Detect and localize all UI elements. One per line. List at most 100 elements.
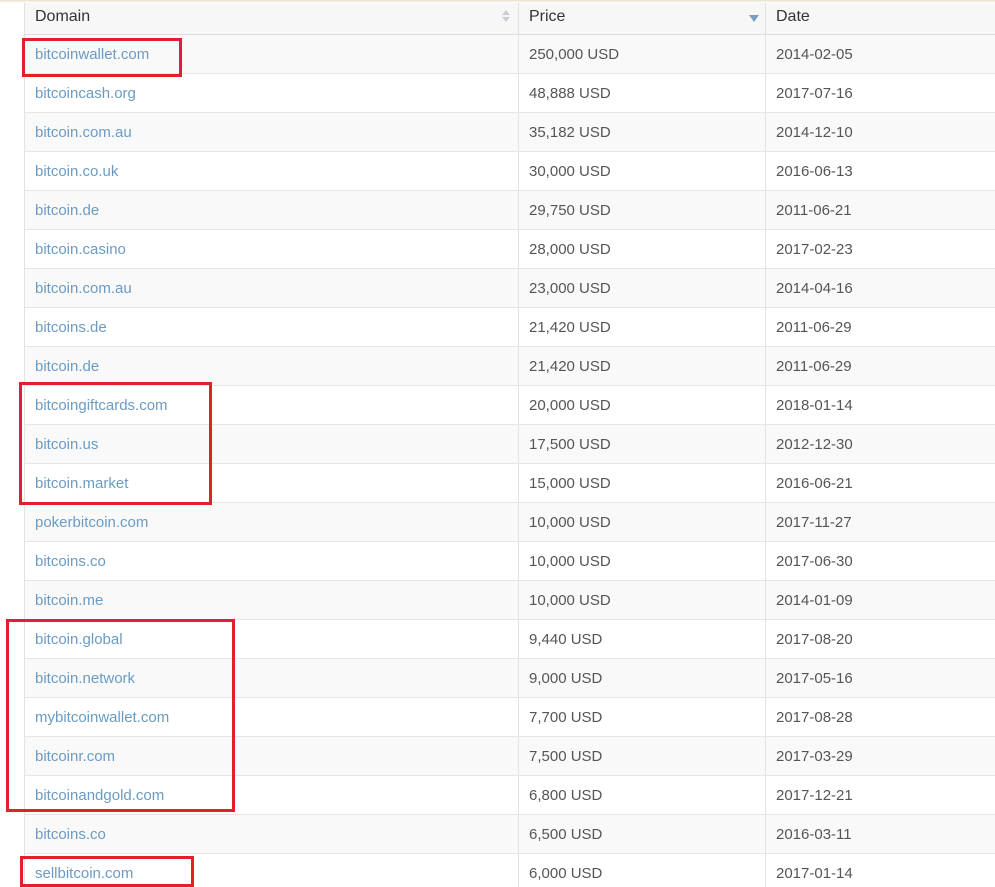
date-cell: 2012-12-30 (765, 424, 995, 464)
table-row: bitcoins.co 10,000 USD 2017-06-30 (24, 541, 995, 581)
domain-link[interactable]: bitcoin.us (35, 436, 98, 453)
date-cell: 2017-02-23 (765, 229, 995, 269)
domain-cell: bitcoin.com.au (24, 268, 519, 308)
domain-link[interactable]: bitcoin.com.au (35, 124, 132, 141)
table-row: bitcoin.com.au 23,000 USD 2014-04-16 (24, 268, 995, 308)
domain-cell: pokerbitcoin.com (24, 502, 519, 542)
date-cell: 2017-07-16 (765, 73, 995, 113)
price-cell: 23,000 USD (518, 268, 766, 308)
date-cell: 2014-12-10 (765, 112, 995, 152)
domain-link[interactable]: bitcoins.co (35, 826, 106, 843)
price-cell: 6,000 USD (518, 853, 766, 887)
price-cell: 15,000 USD (518, 463, 766, 503)
domain-link[interactable]: bitcoin.com.au (35, 280, 132, 297)
domain-cell: bitcoingiftcards.com (24, 385, 519, 425)
domain-cell: bitcoin.me (24, 580, 519, 620)
domain-link[interactable]: bitcoins.de (35, 319, 107, 336)
domain-link[interactable]: sellbitcoin.com (35, 865, 133, 882)
domain-cell: bitcoin.market (24, 463, 519, 503)
domain-cell: bitcoins.co (24, 541, 519, 581)
date-cell: 2017-08-20 (765, 619, 995, 659)
domain-link[interactable]: bitcoin.global (35, 631, 123, 648)
domain-cell: bitcoincash.org (24, 73, 519, 113)
domain-link[interactable]: bitcoin.casino (35, 241, 126, 258)
date-cell: 2017-05-16 (765, 658, 995, 698)
date-cell: 2018-01-14 (765, 385, 995, 425)
price-cell: 35,182 USD (518, 112, 766, 152)
domain-link[interactable]: pokerbitcoin.com (35, 514, 148, 531)
domain-cell: bitcoinwallet.com (24, 34, 519, 74)
domain-sales-page: Domain Price Date bitcoinwallet.com 250,0… (0, 0, 995, 887)
price-cell: 30,000 USD (518, 151, 766, 191)
price-cell: 28,000 USD (518, 229, 766, 269)
date-cell: 2014-02-05 (765, 34, 995, 74)
column-header-price[interactable]: Price (518, 0, 766, 35)
table-row: bitcoin.us 17,500 USD 2012-12-30 (24, 424, 995, 464)
domain-link[interactable]: bitcoinandgold.com (35, 787, 164, 804)
table-row: sellbitcoin.com 6,000 USD 2017-01-14 (24, 853, 995, 887)
domain-link[interactable]: bitcoincash.org (35, 85, 136, 102)
domain-cell: bitcoin.us (24, 424, 519, 464)
date-cell: 2017-01-14 (765, 853, 995, 887)
price-cell: 21,420 USD (518, 346, 766, 386)
price-cell: 17,500 USD (518, 424, 766, 464)
domain-link[interactable]: bitcoin.co.uk (35, 163, 118, 180)
domain-cell: bitcoin.casino (24, 229, 519, 269)
domain-sales-table: Domain Price Date bitcoinwallet.com 250,0… (24, 0, 995, 887)
domain-cell: bitcoins.co (24, 814, 519, 854)
domain-cell: bitcoinandgold.com (24, 775, 519, 815)
domain-cell: bitcoin.network (24, 658, 519, 698)
table-row: bitcoins.co 6,500 USD 2016-03-11 (24, 814, 995, 854)
header-row: Domain Price Date (24, 0, 995, 35)
table-row: bitcoin.casino 28,000 USD 2017-02-23 (24, 229, 995, 269)
domain-link[interactable]: bitcoingiftcards.com (35, 397, 168, 414)
price-cell: 48,888 USD (518, 73, 766, 113)
date-cell: 2011-06-21 (765, 190, 995, 230)
column-header-date[interactable]: Date (765, 0, 995, 35)
top-edge-shadow (0, 0, 995, 3)
domain-cell: bitcoins.de (24, 307, 519, 347)
table-row: bitcoingiftcards.com 20,000 USD 2018-01-14 (24, 385, 995, 425)
domain-link[interactable]: mybitcoinwallet.com (35, 709, 169, 726)
table-row: bitcoinwallet.com 250,000 USD 2014-02-05 (24, 34, 995, 74)
table-row: bitcoincash.org 48,888 USD 2017-07-16 (24, 73, 995, 113)
date-cell: 2017-11-27 (765, 502, 995, 542)
price-cell: 6,500 USD (518, 814, 766, 854)
column-header-domain-label: Domain (35, 8, 91, 25)
left-margin (0, 0, 24, 887)
domain-link[interactable]: bitcoin.market (35, 475, 128, 492)
price-cell: 10,000 USD (518, 502, 766, 542)
domain-link[interactable]: bitcoin.de (35, 358, 99, 375)
domain-link[interactable]: bitcoin.network (35, 670, 135, 687)
column-header-domain[interactable]: Domain (24, 0, 519, 35)
column-header-price-label: Price (529, 8, 566, 25)
table-body: bitcoinwallet.com 250,000 USD 2014-02-05 b… (24, 34, 995, 887)
table-row: bitcoin.de 21,420 USD 2011-06-29 (24, 346, 995, 386)
domain-cell: bitcoin.co.uk (24, 151, 519, 191)
price-cell: 6,800 USD (518, 775, 766, 815)
sort-desc-icon[interactable] (749, 15, 759, 22)
price-cell: 9,000 USD (518, 658, 766, 698)
price-cell: 10,000 USD (518, 541, 766, 581)
domain-cell: bitcoin.de (24, 190, 519, 230)
domain-link[interactable]: bitcoin.de (35, 202, 99, 219)
date-cell: 2017-03-29 (765, 736, 995, 776)
table-row: mybitcoinwallet.com 7,700 USD 2017-08-28 (24, 697, 995, 737)
price-cell: 9,440 USD (518, 619, 766, 659)
domain-cell: sellbitcoin.com (24, 853, 519, 887)
domain-cell: bitcoinr.com (24, 736, 519, 776)
table-row: bitcoin.me 10,000 USD 2014-01-09 (24, 580, 995, 620)
date-cell: 2017-12-21 (765, 775, 995, 815)
domain-link[interactable]: bitcoins.co (35, 553, 106, 570)
domain-link[interactable]: bitcoin.me (35, 592, 103, 609)
domain-link[interactable]: bitcoinr.com (35, 748, 115, 765)
domain-cell: mybitcoinwallet.com (24, 697, 519, 737)
table-row: bitcoin.global 9,440 USD 2017-08-20 (24, 619, 995, 659)
table-row: bitcoin.network 9,000 USD 2017-05-16 (24, 658, 995, 698)
date-cell: 2016-06-21 (765, 463, 995, 503)
date-cell: 2011-06-29 (765, 346, 995, 386)
domain-link[interactable]: bitcoinwallet.com (35, 46, 149, 63)
date-cell: 2014-04-16 (765, 268, 995, 308)
price-cell: 20,000 USD (518, 385, 766, 425)
sort-both-icon[interactable] (502, 9, 510, 25)
